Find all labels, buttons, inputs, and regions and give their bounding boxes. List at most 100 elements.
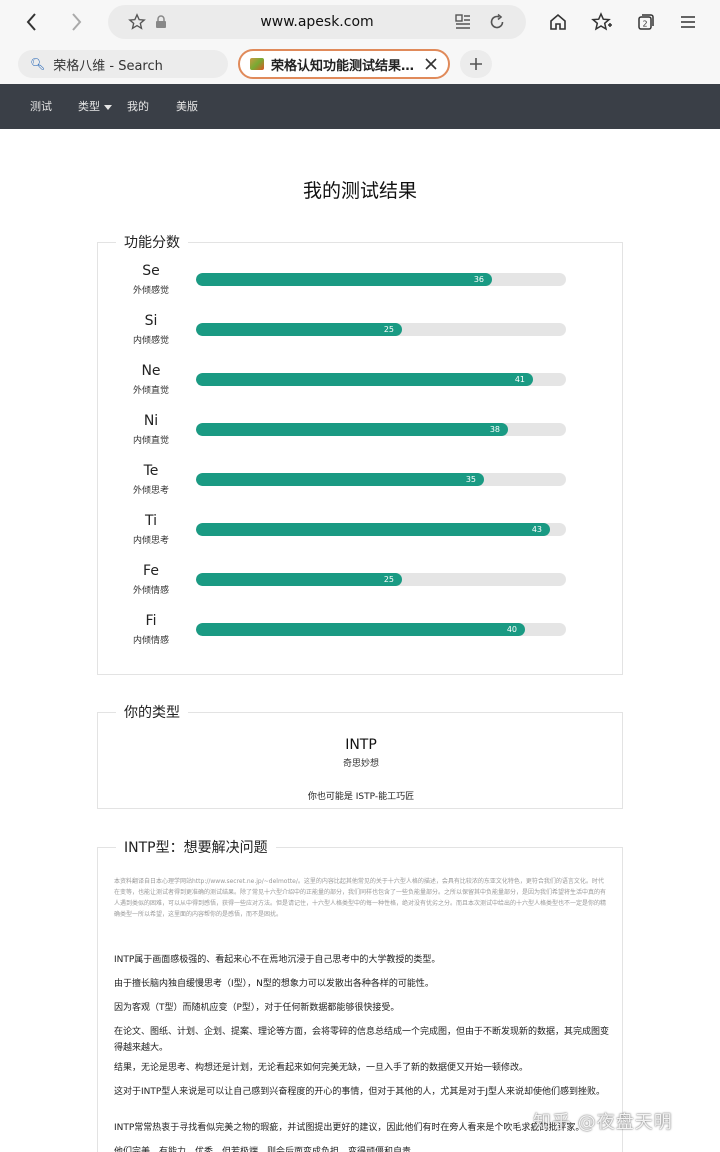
nav-item-test[interactable]: 测试	[30, 84, 52, 129]
tab-active-title: 荣格认知功能测试结果：I...	[271, 58, 421, 74]
function-row: Ti 内倾思考 43	[98, 513, 624, 563]
svg-text:2: 2	[642, 20, 647, 29]
score-bar-fill: 35	[196, 473, 484, 486]
browser-toolbar: www.apesk.com 2	[0, 0, 720, 44]
score-bar-track: 25	[196, 573, 566, 586]
score-value: 38	[489, 425, 500, 434]
back-button[interactable]	[18, 8, 46, 36]
tab-strip: 🔍︎ 荣格八维 - Search 荣格认知功能测试结果：I...	[0, 44, 720, 84]
function-code: Fe	[143, 563, 159, 579]
your-type-legend: 你的类型	[116, 702, 188, 722]
description-legend: INTP型：想要解决问题	[116, 837, 276, 857]
tab-search[interactable]: 🔍︎ 荣格八维 - Search	[18, 50, 228, 78]
reader-mode-icon[interactable]	[452, 11, 474, 33]
description-box: INTP型：想要解决问题 本资料翻译自日本心理学网站http://www.sec…	[97, 837, 623, 1152]
function-name: 内倾思考	[132, 536, 169, 546]
function-row: Si 内倾感觉 25	[98, 313, 624, 363]
address-bar[interactable]: www.apesk.com	[108, 5, 526, 39]
page-title: 我的测试结果	[302, 180, 417, 202]
score-bar-track: 36	[196, 273, 566, 286]
function-row: Fi 内倾情感 40	[98, 613, 624, 663]
function-scores-legend: 功能分数	[116, 232, 188, 252]
home-button[interactable]	[544, 8, 572, 36]
description-paragraph: 由于擅长脑内独自缓慢思考（I型），N型的想象力可以发散出各种各样的可能性。	[114, 979, 434, 989]
function-name: 内倾直觉	[132, 436, 169, 446]
score-bar-fill: 36	[196, 273, 492, 286]
function-name: 外倾思考	[132, 486, 169, 496]
score-bar-fill: 25	[196, 573, 402, 586]
type-code: INTP	[345, 737, 377, 753]
score-value: 36	[473, 275, 484, 284]
score-value: 40	[506, 625, 517, 634]
hamburger-menu-icon	[681, 16, 695, 28]
favicon-icon	[250, 58, 264, 70]
score-bar-fill: 43	[196, 523, 550, 536]
caret-down-icon	[104, 104, 112, 110]
score-value: 43	[531, 525, 542, 534]
reload-icon[interactable]	[486, 11, 508, 33]
function-code: Ne	[141, 363, 161, 379]
chevron-right-icon	[72, 13, 82, 31]
score-bar-track: 40	[196, 623, 566, 636]
score-value: 35	[465, 475, 476, 484]
score-bar-track: 43	[196, 523, 566, 536]
type-name: 奇思妙想	[342, 759, 379, 769]
function-code: Fi	[145, 613, 157, 629]
forward-button[interactable]	[62, 8, 90, 36]
function-code: Se	[142, 263, 160, 279]
score-value: 25	[383, 325, 394, 334]
function-row: Fe 外倾情感 25	[98, 563, 624, 613]
function-name: 外倾情感	[132, 586, 169, 596]
description-paragraph: 在论文、图纸、计划、企划、提案、理论等方面，会将零碎的信息总结成一个完成图，但由…	[114, 1027, 610, 1053]
description-paragraph: INTP属于画面感极强的、看起来心不在焉地沉浸于自己思考中的大学教授的类型。	[114, 955, 441, 965]
function-code: Ni	[143, 413, 159, 429]
menu-button[interactable]	[674, 8, 702, 36]
nav-item-types[interactable]: 类型	[78, 84, 112, 129]
score-value: 41	[514, 375, 525, 384]
score-bar-track: 41	[196, 373, 566, 386]
description-paragraph: 这对于INTP型人来说是可以让自己感到兴奋程度的开心的事情，但对于其他的人，尤其…	[114, 1087, 605, 1097]
function-name: 内倾感觉	[132, 336, 169, 346]
nav-item-mine[interactable]: 我的	[127, 84, 149, 129]
score-bar-track: 35	[196, 473, 566, 486]
new-tab-button[interactable]	[460, 50, 492, 78]
function-scores-box: 功能分数 Se 外倾感觉 36 Si 内倾感觉 25 Ne 外倾直觉 41 Ni 内倾直觉 38 Te 外…	[97, 232, 624, 675]
score-bar-fill: 25	[196, 323, 402, 336]
function-code: Si	[144, 313, 158, 329]
function-row: Ne 外倾直觉 41	[98, 363, 624, 413]
star-plus-icon	[591, 12, 612, 31]
function-name: 外倾感觉	[132, 286, 169, 296]
close-tab-button[interactable]	[422, 55, 440, 73]
function-code: Te	[143, 463, 159, 479]
tabs-button[interactable]: 2	[632, 8, 660, 36]
score-bar-track: 25	[196, 323, 566, 336]
home-icon	[550, 13, 566, 30]
function-name: 外倾直觉	[132, 386, 169, 396]
description-paragraph: 因为客观（T型）而随机应变（P型），对于任何新数据都能够很快接受。	[114, 1003, 400, 1013]
function-row: Se 外倾感觉 36	[98, 263, 624, 313]
tab-active[interactable]: 荣格认知功能测试结果：I...	[238, 49, 450, 79]
function-row: Ni 内倾直觉 38	[98, 413, 624, 463]
score-bar-track: 38	[196, 423, 566, 436]
function-name: 内倾情感	[132, 636, 169, 646]
your-type-box: 你的类型 INTP 奇思妙想 你也可能是 ISTP-能工巧匠	[97, 702, 623, 809]
score-value: 25	[383, 575, 394, 584]
tab-search-label: 荣格八维 - Search	[53, 58, 163, 74]
score-bar-fill: 40	[196, 623, 525, 636]
chevron-left-icon	[26, 13, 36, 31]
site-nav: 测试 类型 我的 美版	[0, 84, 720, 129]
plus-icon	[470, 58, 482, 70]
watermark: 知乎 @夜盘天明	[533, 1112, 673, 1133]
score-bar-fill: 41	[196, 373, 533, 386]
nav-item-types-label: 类型	[78, 100, 100, 113]
function-row: Te 外倾思考 35	[98, 463, 624, 513]
score-bar-fill: 38	[196, 423, 508, 436]
favorites-button[interactable]	[588, 8, 616, 36]
description-paragraph: 结果，无论是思考、构想还是计划，无论看起来如何完美无缺，一旦入手了新的数据便又开…	[114, 1063, 529, 1073]
type-alternative: 你也可能是 ISTP-能工巧匠	[307, 792, 415, 802]
source-note: 本资料翻译自日本心理学网站http://www.secret.ne.jp/~de…	[114, 878, 607, 918]
description-paragraph: 他们完美、有能力、优秀，但若极端，则会后面变成负担，变得顽僵和自责。	[114, 1147, 421, 1152]
nav-item-us-version[interactable]: 美版	[176, 84, 198, 129]
tabs-count-icon: 2	[638, 14, 654, 30]
search-icon: 🔍︎	[30, 57, 46, 71]
